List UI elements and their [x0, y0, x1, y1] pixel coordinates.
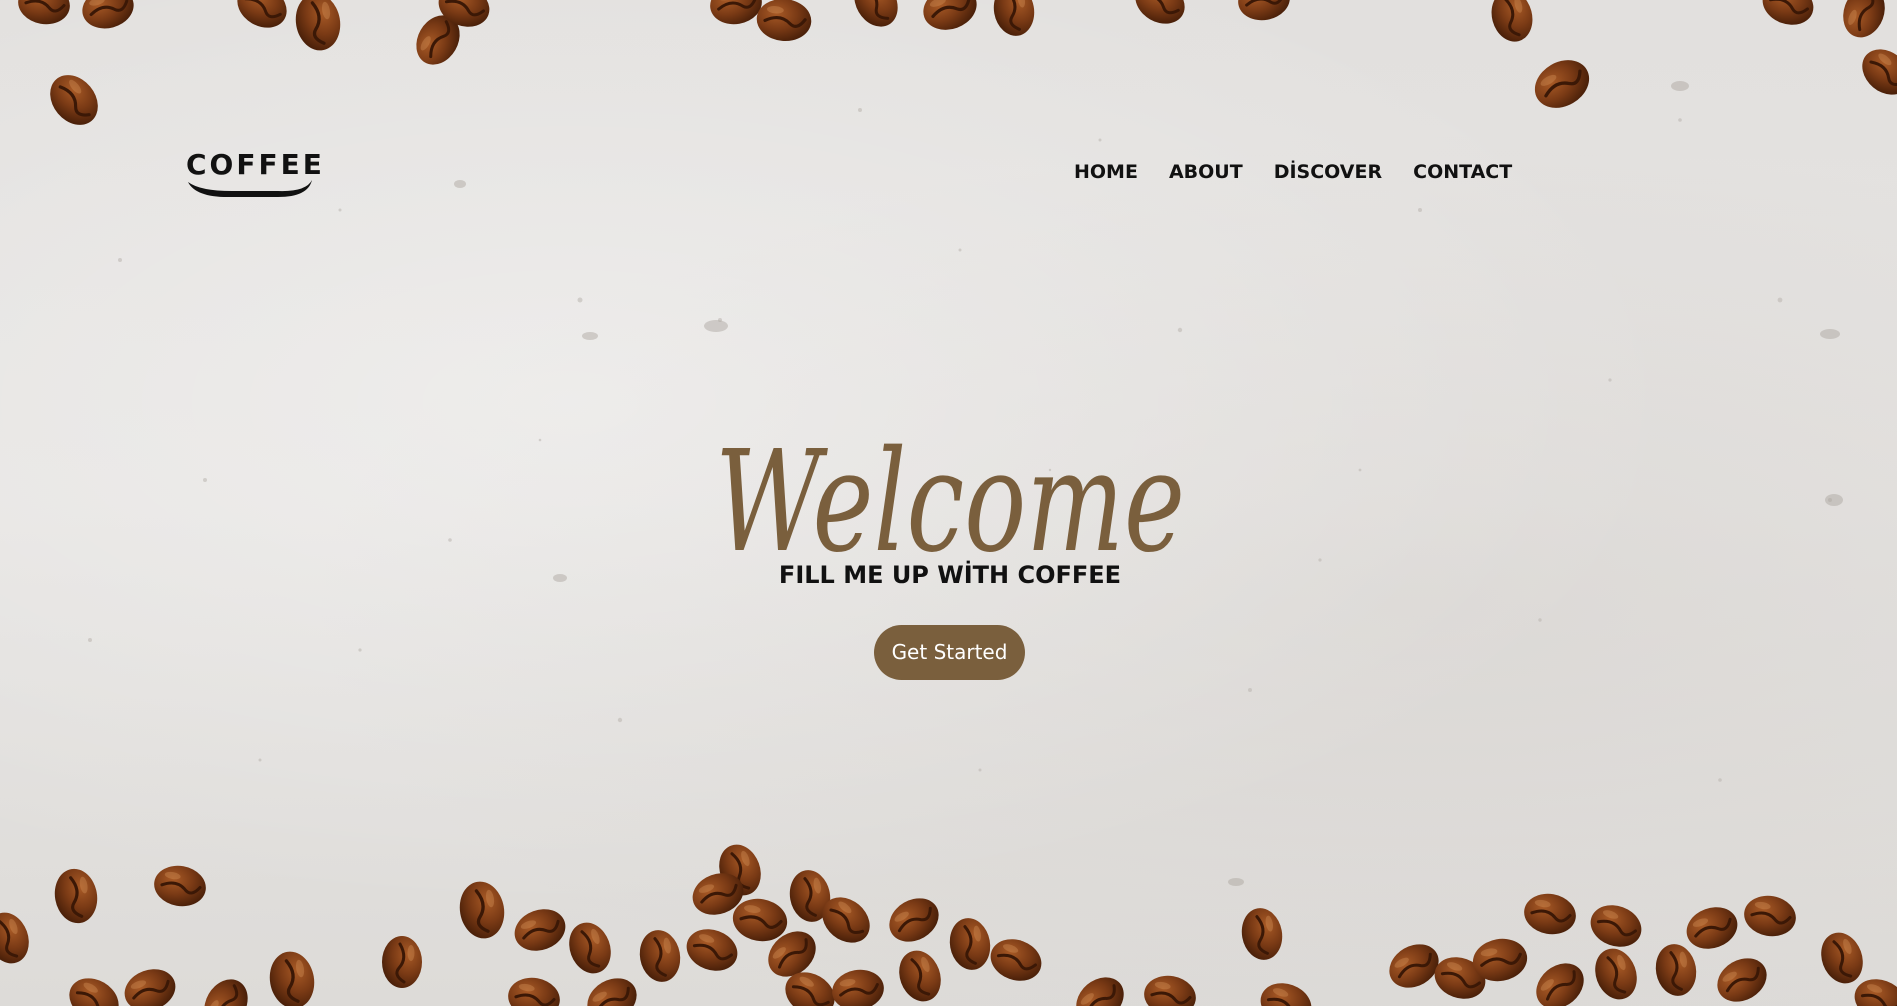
nav-contact[interactable]: CONTACT [1413, 158, 1512, 186]
hero-title-graphic: Welcome [715, 421, 1185, 580]
hero-subtitle: FILL ME UP WİTH COFFEE [778, 561, 1122, 589]
hero-title: Welcome [715, 421, 1185, 580]
top-beans [13, 0, 1897, 136]
get-started-button[interactable]: Get Started [874, 625, 1025, 680]
hero-section: COFFEE HOME ABOUT DİSCOVER CONTACT Welco… [0, 0, 1897, 1006]
logo-swoosh-icon [188, 180, 312, 198]
brand-name: COFFEE [186, 148, 325, 181]
main-nav: HOME ABOUT DİSCOVER CONTACT [1074, 158, 1512, 186]
nav-discover[interactable]: DİSCOVER [1274, 158, 1382, 186]
nav-about[interactable]: ABOUT [1169, 158, 1243, 186]
brand-logo[interactable]: COFFEE [186, 148, 325, 204]
nav-home[interactable]: HOME [1074, 158, 1138, 186]
bottom-beans [0, 837, 1897, 1006]
